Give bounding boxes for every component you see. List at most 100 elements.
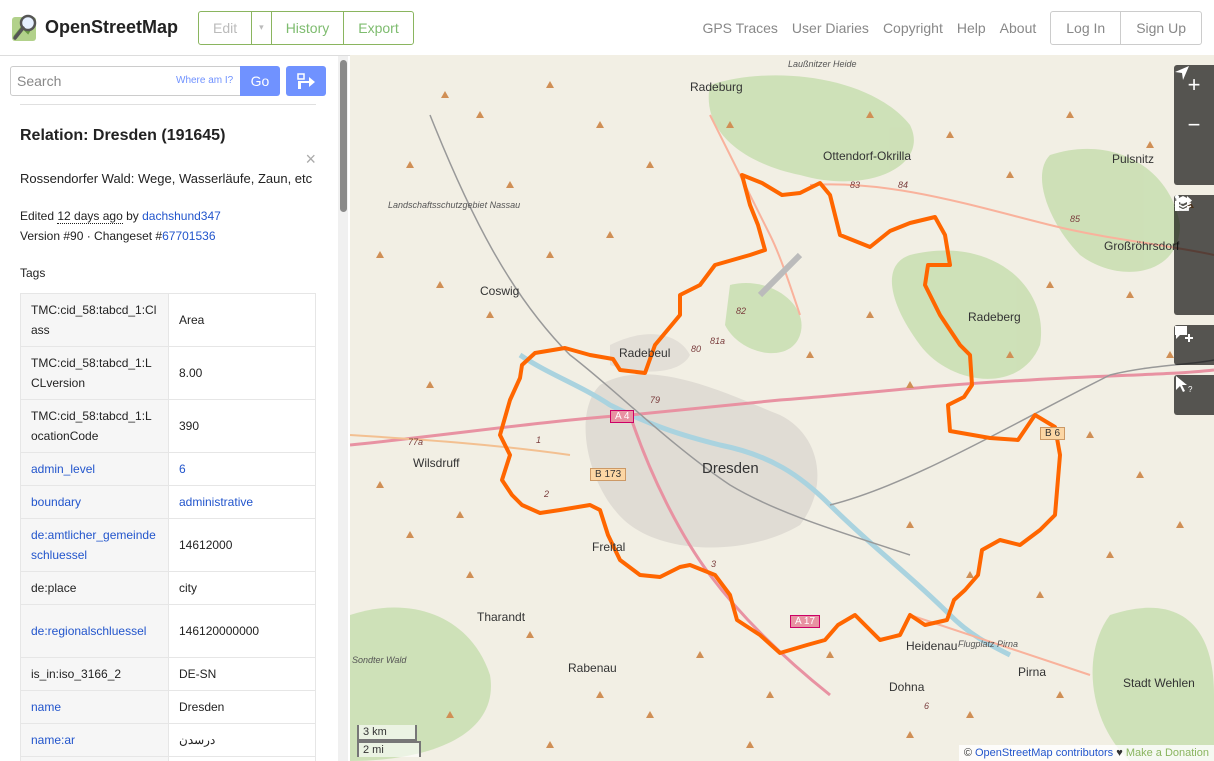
relation-description: Rossendorfer Wald: Wege, Wasserläufe, Za… <box>20 171 313 186</box>
map-view[interactable]: Radeburg Ottendorf-Okrilla Pulsnitz Groß… <box>350 55 1214 761</box>
tag-value: city <box>168 571 316 605</box>
tag-key: TMC:cid_58:tabcd_1:Class <box>20 293 169 347</box>
tag-value: Area <box>168 293 316 347</box>
query-control: ? <box>1174 375 1214 415</box>
tag-value: 146120000000 <box>168 604 316 658</box>
share-button[interactable] <box>1174 196 1214 315</box>
nav-help[interactable]: Help <box>957 20 986 36</box>
tags-heading: Tags <box>20 266 46 280</box>
tag-key: de:place <box>20 571 169 605</box>
nav-copyright[interactable]: Copyright <box>883 20 943 36</box>
export-button[interactable]: Export <box>344 12 412 44</box>
layer-share-controls <box>1174 195 1214 315</box>
signup-button[interactable]: Sign Up <box>1121 12 1201 44</box>
query-cursor-icon: ? <box>1176 376 1193 393</box>
road-number-80: 80 <box>691 344 702 354</box>
search-go-button[interactable]: Go <box>240 66 280 96</box>
directions-button[interactable] <box>286 66 326 96</box>
query-features-button[interactable]: ? <box>1174 375 1214 415</box>
changeset-link[interactable]: 67701536 <box>162 229 215 243</box>
where-am-i-link[interactable]: Where am I? <box>176 75 233 86</box>
place-label-laussnitzer-heide: Laußnitzer Heide <box>788 59 857 69</box>
edited-by: by <box>122 209 143 223</box>
add-note-button[interactable] <box>1174 325 1214 365</box>
road-number-77a: 77a <box>408 437 424 447</box>
tag-value: درسدن <box>168 723 316 757</box>
osm-contributors-link[interactable]: OpenStreetMap contributors <box>975 747 1113 759</box>
edited-time: 12 days ago <box>57 209 123 224</box>
place-label-flugplatz-pirna: Flugplatz Pirna <box>958 639 1019 649</box>
place-label-coswig: Coswig <box>480 284 520 298</box>
road-number-85: 85 <box>1070 214 1081 224</box>
auth-buttons: Log In Sign Up <box>1050 10 1202 45</box>
history-button[interactable]: History <box>272 11 345 44</box>
tag-key[interactable]: boundary <box>20 485 169 519</box>
user-link[interactable]: dachshund347 <box>142 209 221 223</box>
place-label-freital: Freital <box>592 540 626 554</box>
tag-row: name Dresden <box>20 690 316 724</box>
directions-icon <box>297 73 315 89</box>
tag-value: 8.00 <box>168 346 316 400</box>
tag-value[interactable]: 6 <box>168 452 316 486</box>
place-label-ottendorf-okrilla: Ottendorf-Okrilla <box>823 149 912 163</box>
tag-row: admin_level 6 <box>20 452 316 486</box>
nav-gps-traces[interactable]: GPS Traces <box>702 20 777 36</box>
logo[interactable]: OpenStreetMap <box>10 13 178 43</box>
tag-value: DE-SN <box>168 657 316 691</box>
nav-user-diaries[interactable]: User Diaries <box>792 20 869 36</box>
place-label-radeberg: Radeberg <box>968 310 1021 324</box>
page-title: Relation: Dresden (191645) <box>20 127 226 144</box>
close-icon[interactable]: × <box>305 149 316 170</box>
place-label-pirna: Pirna <box>1018 665 1047 679</box>
scale-km: 3 km <box>357 725 417 741</box>
tag-row: de:place city <box>20 571 316 605</box>
tag-key[interactable]: admin_level <box>20 452 169 486</box>
osm-logo-icon <box>12 14 37 41</box>
tag-value: Drážďany <box>168 756 316 761</box>
place-label-heidenau: Heidenau <box>906 639 958 653</box>
road-number-3: 3 <box>711 559 717 569</box>
sidebar-scroll-thumb[interactable] <box>340 60 347 212</box>
login-button[interactable]: Log In <box>1051 11 1122 44</box>
tag-key: is_in:iso_3166_2 <box>20 657 169 691</box>
zoom-out-button[interactable]: − <box>1174 105 1214 145</box>
road-number-79: 79 <box>650 395 661 405</box>
tag-value: 14612000 <box>168 518 316 572</box>
search-form: Search Where am I? Go <box>0 56 336 104</box>
edit-button[interactable]: Edit <box>199 11 253 44</box>
share-icon <box>1175 196 1192 211</box>
locate-button[interactable] <box>1174 66 1214 185</box>
tag-key[interactable]: name:ar <box>20 723 169 757</box>
nav-about[interactable]: About <box>1000 20 1037 36</box>
map-canvas[interactable] <box>350 55 1214 761</box>
tag-row: is_in:iso_3166_2 DE-SN <box>20 657 316 691</box>
road-number-81a: 81a <box>710 336 726 346</box>
tag-value[interactable]: administrative <box>168 485 316 519</box>
heart-icon: ♥ <box>1113 747 1126 759</box>
tag-key[interactable]: de:regionalschluessel <box>20 604 169 658</box>
tag-row: TMC:cid_58:tabcd_1:LCLversion 8.00 <box>20 346 316 400</box>
road-number-83: 83 <box>850 180 861 190</box>
tag-key[interactable]: name <box>20 690 169 724</box>
tag-value: Dresden <box>168 690 316 724</box>
top-bar: OpenStreetMap Edit ▾ History Export GPS … <box>0 0 1214 55</box>
secondary-nav: GPS Traces User Diaries Copyright Help A… <box>688 20 1036 36</box>
place-label-radebeul: Radebeul <box>619 346 671 360</box>
place-label-wilsdruff: Wilsdruff <box>413 456 460 470</box>
locate-arrow-icon <box>1175 66 1189 80</box>
edit-button-group: Edit ▾ History Export <box>198 10 414 45</box>
relation-details: Relation: Dresden (191645) × Rossendorfe… <box>20 104 316 761</box>
note-control <box>1174 325 1214 365</box>
road-shield-b173: B 173 <box>590 468 627 481</box>
donate-link[interactable]: Make a Donation <box>1126 747 1209 759</box>
edit-dropdown-caret-icon[interactable]: ▾ <box>252 11 272 44</box>
road-number-82: 82 <box>736 306 747 316</box>
tag-key[interactable]: de:amtlicher_gemeindeschluessel <box>20 518 169 572</box>
road-number-6: 6 <box>924 701 930 711</box>
map-key-button[interactable] <box>1174 195 1214 275</box>
place-label-rabenau: Rabenau <box>568 661 617 675</box>
road-shield-a17: A 17 <box>790 615 821 628</box>
tag-key: TMC:cid_58:tabcd_1:LCLversion <box>20 346 169 400</box>
place-label-grossroehrsdorf: Großröhrsdorf <box>1104 239 1180 253</box>
road-number-84: 84 <box>898 180 909 190</box>
